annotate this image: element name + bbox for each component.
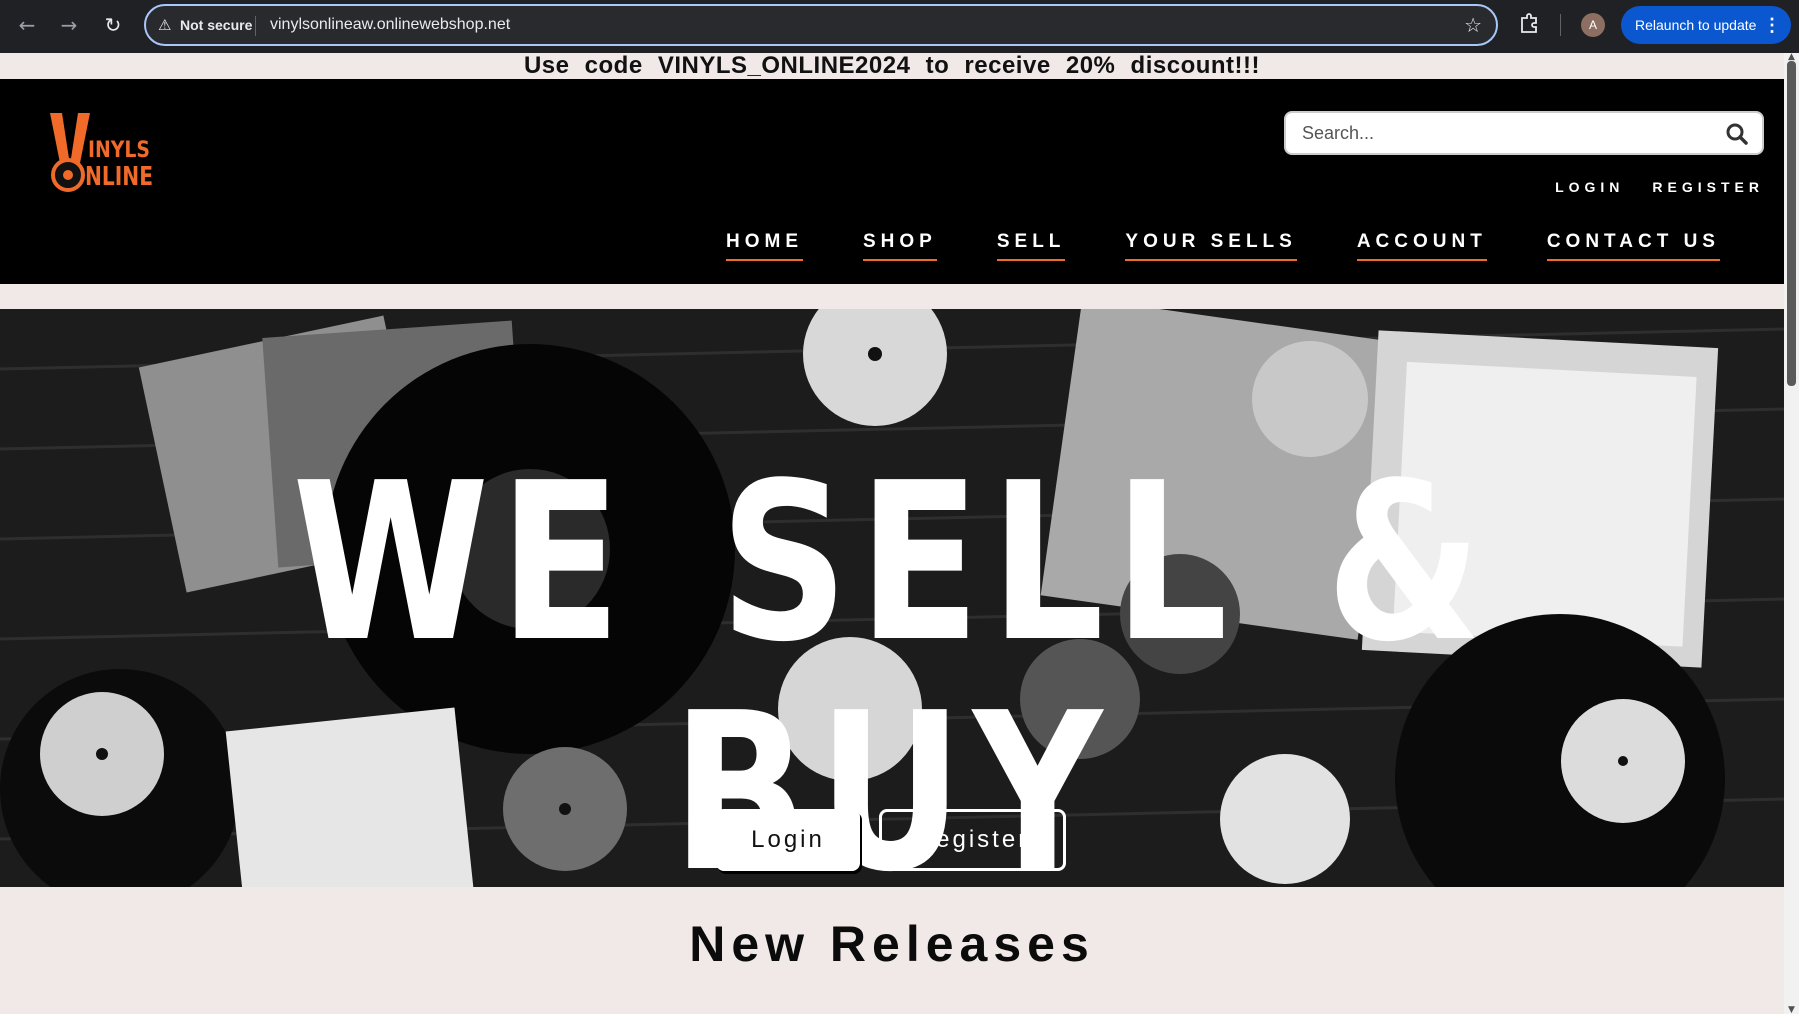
nav-your-sells[interactable]: YOUR SELLS: [1125, 231, 1297, 261]
svg-text:NLINE: NLINE: [85, 162, 153, 192]
url-text[interactable]: vinylsonlineaw.onlinewebshop.net: [270, 16, 510, 34]
new-releases-heading: New Releases: [689, 916, 1095, 972]
star-icon[interactable]: ☆: [1464, 13, 1482, 37]
nav-account[interactable]: ACCOUNT: [1356, 231, 1487, 261]
site-header: INYLS NLINE LOGIN REGISTER HOME SHOP SEL…: [0, 79, 1784, 284]
nav-home[interactable]: HOME: [726, 231, 803, 261]
svg-text:INYLS: INYLS: [88, 138, 150, 163]
search-icon[interactable]: [1726, 123, 1748, 145]
forward-arrow-icon[interactable]: →: [56, 12, 82, 38]
toolbar-divider: [1560, 14, 1561, 36]
extensions-icon[interactable]: [1518, 12, 1540, 36]
promo-banner: Use code VINYLS_ONLINE2024 to receive 20…: [0, 53, 1784, 79]
scroll-down-icon[interactable]: ▼: [1786, 1006, 1797, 1014]
main-nav: HOME SHOP SELL YOUR SELLS ACCOUNT CONTAC…: [726, 231, 1720, 261]
login-link[interactable]: LOGIN: [1555, 179, 1624, 195]
nav-contact-us[interactable]: CONTACT US: [1546, 231, 1720, 261]
kebab-menu-icon[interactable]: ⋮: [1763, 6, 1781, 44]
scroll-up-icon[interactable]: ▲: [1786, 53, 1797, 62]
auth-links: LOGIN REGISTER: [1555, 179, 1764, 195]
search-input[interactable]: [1302, 121, 1702, 145]
profile-avatar[interactable]: A: [1581, 13, 1605, 37]
hero-login-button[interactable]: Login: [716, 809, 860, 871]
hero-register-button[interactable]: Register: [879, 809, 1066, 871]
browser-toolbar: ← → ↻ ⚠ Not secure vinylsonlineaw.online…: [0, 0, 1799, 53]
relaunch-label: Relaunch to update: [1635, 17, 1757, 33]
page-scrollbar[interactable]: ▲ ▼: [1784, 53, 1799, 1014]
site-logo[interactable]: INYLS NLINE: [48, 113, 158, 198]
scroll-thumb[interactable]: [1787, 61, 1796, 386]
hero-banner: WE SELL & BUY Login Register: [0, 309, 1784, 887]
back-arrow-icon[interactable]: ←: [14, 12, 40, 38]
warning-icon[interactable]: ⚠: [158, 16, 176, 34]
relaunch-button[interactable]: Relaunch to update ⋮: [1621, 6, 1791, 44]
nav-shop[interactable]: SHOP: [863, 231, 937, 261]
url-divider: [255, 16, 256, 36]
nav-sell[interactable]: SELL: [996, 231, 1066, 261]
search-box[interactable]: [1284, 111, 1764, 155]
page-viewport: Use code VINYLS_ONLINE2024 to receive 20…: [0, 53, 1784, 1014]
register-link[interactable]: REGISTER: [1652, 179, 1764, 195]
reload-icon[interactable]: ↻: [100, 12, 126, 38]
security-label[interactable]: Not secure: [180, 17, 252, 33]
address-bar[interactable]: ⚠ Not secure vinylsonlineaw.onlinewebsho…: [144, 4, 1498, 46]
